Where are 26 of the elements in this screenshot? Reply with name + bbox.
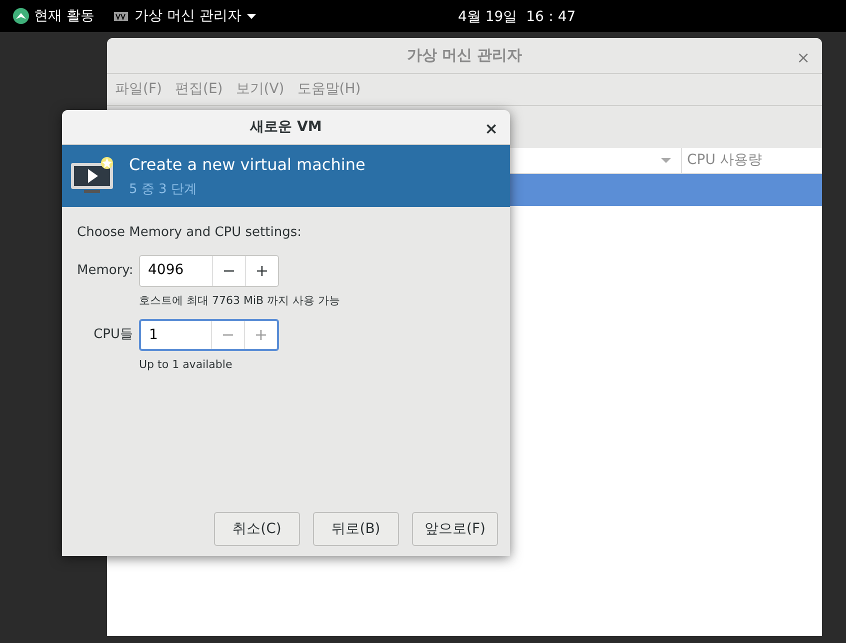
activities-button[interactable]: 현재 활동	[34, 6, 94, 26]
field-label: Memory:	[77, 262, 134, 280]
dialog-title: 새로운 VM	[250, 118, 322, 136]
spin-field[interactable]: 4096 − +	[139, 254, 279, 286]
decrement-button[interactable]: −	[212, 256, 245, 286]
dialog-button[interactable]: 뒤로(B)	[313, 512, 399, 546]
field-hint: 호스트에 최대 7763 MiB 까지 사용 가능	[139, 292, 342, 308]
window-title: 가상 머신 관리자	[406, 45, 522, 66]
increment-button[interactable]: +	[245, 256, 278, 286]
sort-caret-icon	[661, 158, 671, 163]
app-menu[interactable]: 가상 머신 관리자	[134, 6, 242, 26]
field-hint: Up to 1 available	[139, 357, 234, 373]
close-button[interactable]: ×	[796, 46, 810, 70]
close-button[interactable]: ×	[484, 117, 498, 141]
field-value: 4096	[147, 261, 185, 280]
caret-icon	[247, 14, 256, 18]
wizard-title: Create a new virtual machine	[129, 154, 366, 176]
dialog-button[interactable]: 취소(C)	[214, 512, 300, 546]
instruction-text: Choose Memory and CPU settings:	[77, 224, 303, 242]
field-value: 1	[148, 326, 159, 344]
clock[interactable]: 4월 19일 16：47	[458, 7, 576, 28]
step-indicator: 5 중 3 단계	[129, 180, 198, 199]
app-icon	[114, 12, 128, 20]
dialog-button[interactable]: 앞으로(F)	[412, 512, 498, 546]
logo-icon	[13, 8, 29, 24]
field-label: CPU들	[92, 326, 134, 344]
